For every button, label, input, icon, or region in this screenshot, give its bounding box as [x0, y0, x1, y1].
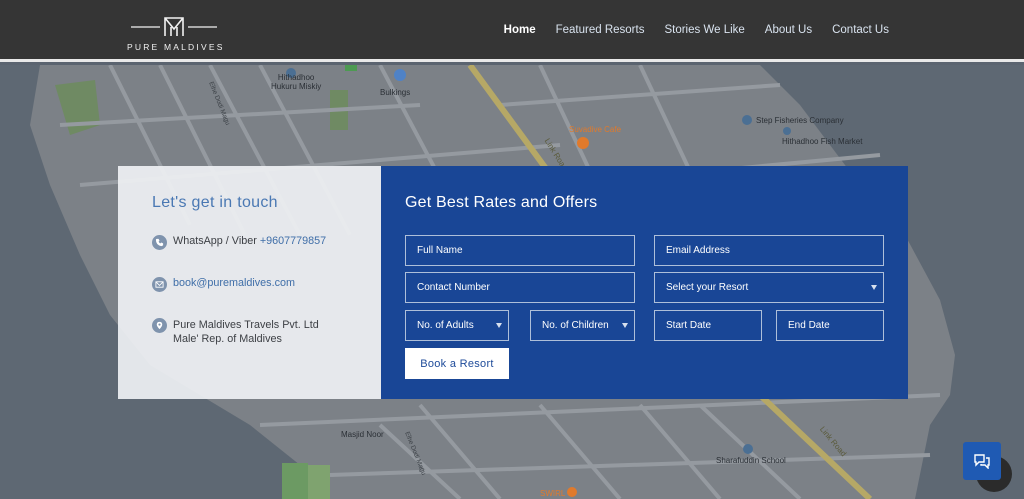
address-line-1: Pure Maldives Travels Pvt. Ltd	[173, 319, 319, 331]
start-date-placeholder: Start Date	[666, 320, 712, 331]
logo-mark-icon	[131, 17, 217, 36]
site-header: PURE MALDIVES Home Featured Resorts Stor…	[0, 0, 1024, 62]
contact-card: Let's get in touch WhatsApp / Viber +960…	[118, 166, 381, 399]
resort-select[interactable]: Select your Resort	[654, 272, 884, 303]
children-select[interactable]: No. of Children	[530, 310, 635, 341]
nav-contact-us[interactable]: Contact Us	[832, 24, 889, 36]
contact-title: Let's get in touch	[152, 194, 278, 211]
brand-logo[interactable]: PURE MALDIVES	[127, 15, 225, 52]
phone-icon	[152, 235, 167, 250]
adults-select-value: No. of Adults	[417, 320, 474, 331]
chat-bubbles-icon	[974, 454, 990, 469]
contact-number-placeholder: Contact Number	[417, 282, 490, 293]
map-label-suvadive-cafe: Suvadive Cafe	[569, 125, 622, 134]
rates-form: Get Best Rates and Offers Full Name Emai…	[381, 166, 908, 399]
end-date-placeholder: End Date	[788, 320, 830, 331]
whatsapp-label: WhatsApp / Viber	[173, 235, 260, 247]
contact-number-input[interactable]: Contact Number	[405, 272, 635, 303]
chevron-down-icon	[622, 323, 628, 328]
address-line-2: Male' Rep. of Maldives	[173, 333, 282, 345]
contact-address-row: Pure Maldives Travels Pvt. Ltd Male' Rep…	[152, 318, 319, 346]
email-placeholder: Email Address	[666, 245, 730, 256]
children-select-value: No. of Children	[542, 320, 609, 331]
map-label-hithadhoo-mosque-text: Hithadhoo Hukuru Miskiy	[271, 73, 322, 91]
chevron-down-icon	[871, 285, 877, 290]
map-label-sharafuddin-school: Sharafuddin School	[716, 456, 786, 465]
main-nav: Home Featured Resorts Stories We Like Ab…	[504, 24, 889, 36]
book-resort-button[interactable]: Book a Resort	[405, 348, 509, 379]
map-label-step-fisheries: Step Fisheries Company	[756, 116, 844, 125]
rates-title: Get Best Rates and Offers	[405, 194, 598, 211]
email-link[interactable]: book@puremaldives.com	[173, 277, 295, 289]
location-pin-icon	[152, 318, 167, 333]
map-label-hithadhoo-mosque: Hithadhoo Hukuru Miskiy	[271, 73, 321, 91]
nav-featured-resorts[interactable]: Featured Resorts	[556, 24, 645, 36]
full-name-placeholder: Full Name	[417, 245, 463, 256]
full-name-input[interactable]: Full Name	[405, 235, 635, 266]
map-label-bulkings: Bulkings	[380, 88, 411, 97]
contact-whatsapp-row: WhatsApp / Viber +9607779857	[152, 235, 326, 250]
start-date-input[interactable]: Start Date	[654, 310, 762, 341]
chevron-down-icon	[496, 323, 502, 328]
adults-select[interactable]: No. of Adults	[405, 310, 509, 341]
map-label-swirl: SWIRL	[540, 489, 566, 498]
contact-email-row: book@puremaldives.com	[152, 277, 295, 292]
brand-name: PURE MALDIVES	[127, 42, 225, 52]
map-label-fish-market: Hithadhoo Fish Market	[782, 137, 863, 146]
resort-select-value: Select your Resort	[666, 282, 749, 293]
email-input[interactable]: Email Address	[654, 235, 884, 266]
chat-widget-button[interactable]	[963, 442, 1001, 480]
nav-about-us[interactable]: About Us	[765, 24, 812, 36]
map-label-masjid-noor: Masjid Noor	[341, 430, 384, 439]
end-date-input[interactable]: End Date	[776, 310, 884, 341]
email-icon	[152, 277, 167, 292]
nav-stories-we-like[interactable]: Stories We Like	[664, 24, 744, 36]
whatsapp-number-link[interactable]: +9607779857	[260, 235, 326, 247]
nav-home[interactable]: Home	[504, 24, 536, 36]
